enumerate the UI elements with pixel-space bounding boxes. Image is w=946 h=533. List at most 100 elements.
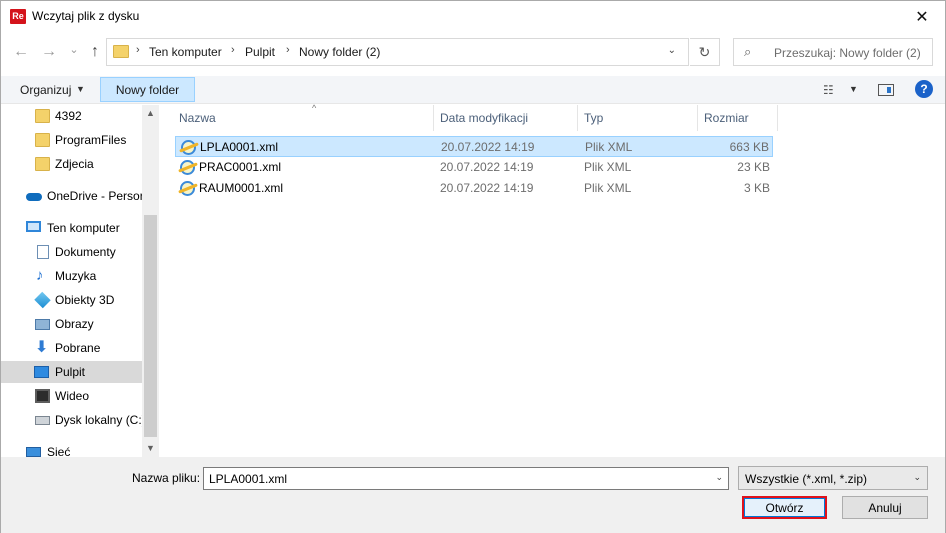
pictures-icon	[35, 319, 50, 330]
nav-item-4392[interactable]: 4392	[1, 105, 142, 127]
xml-file-icon	[181, 140, 196, 155]
column-header-date[interactable]: Data modyfikacji	[434, 105, 578, 131]
folder-icon	[35, 157, 50, 171]
organize-menu-button[interactable]: Organizuj	[20, 83, 71, 97]
recent-locations-chevron-icon[interactable]: ⌄	[64, 39, 84, 59]
nav-item-obrazy[interactable]: Obrazy	[1, 313, 142, 335]
nav-item-wideo[interactable]: Wideo	[1, 385, 142, 407]
file-date: 20.07.2022 14:19	[441, 140, 535, 154]
view-dropdown-icon[interactable]: ▼	[849, 84, 858, 94]
nav-item-label: Wideo	[55, 389, 90, 403]
file-date: 20.07.2022 14:19	[440, 160, 534, 174]
app-icon: Re	[10, 9, 26, 24]
local-disk-icon	[35, 416, 50, 425]
column-header-size[interactable]: Rozmiar	[698, 105, 778, 131]
nav-item-pulpit[interactable]: Pulpit	[1, 361, 142, 383]
address-bar[interactable]: › Ten komputer › Pulpit › Nowy folder (2…	[106, 38, 689, 66]
network-icon	[26, 447, 41, 457]
documents-icon	[37, 245, 49, 259]
forward-arrow-icon[interactable]: →	[39, 42, 59, 62]
filename-dropdown-icon[interactable]: ⌄	[715, 472, 723, 483]
new-folder-button[interactable]: Nowy folder	[100, 77, 195, 102]
folder-icon	[35, 109, 50, 123]
chevron-right-icon[interactable]: ›	[286, 44, 290, 56]
nav-item-label: Sieć	[47, 445, 71, 457]
file-size: 663 KB	[729, 140, 769, 154]
nav-item-label: Pobrane	[55, 341, 101, 355]
nav-item-obiekty-3d[interactable]: Obiekty 3D	[1, 289, 142, 311]
filename-input[interactable]: LPLA0001.xml ⌄	[203, 467, 729, 490]
refresh-icon[interactable]: ↻	[690, 38, 720, 66]
scroll-up-icon[interactable]: ▲	[142, 105, 159, 122]
command-toolbar: Organizuj ▼ Nowy folder ☷ ▼ ?	[1, 76, 945, 104]
file-date: 20.07.2022 14:19	[440, 181, 534, 195]
file-size: 23 KB	[737, 160, 770, 174]
onedrive-icon	[26, 189, 42, 203]
chevron-right-icon[interactable]: ›	[231, 44, 235, 56]
column-header-name[interactable]: Nazwa ^	[173, 103, 434, 131]
computer-icon	[26, 221, 41, 232]
column-header-type[interactable]: Typ	[578, 105, 698, 131]
file-row[interactable]: PRAC0001.xml 20.07.2022 14:19 Plik XML 2…	[175, 157, 773, 178]
nav-item-onedrive[interactable]: OneDrive - Persor	[1, 185, 142, 207]
xml-file-icon	[180, 160, 195, 175]
folder-icon	[35, 133, 50, 147]
breadcrumb-ten-komputer[interactable]: Ten komputer	[149, 45, 222, 59]
search-input[interactable]: ⌕ Przeszukaj: Nowy folder (2)	[733, 38, 933, 66]
nav-item-programfiles[interactable]: ProgramFiles	[1, 129, 142, 151]
nav-item-ten-komputer[interactable]: Ten komputer	[1, 217, 142, 239]
search-icon: ⌕	[744, 44, 752, 59]
up-arrow-icon[interactable]: ↑	[85, 42, 105, 62]
nav-item-siec[interactable]: Sieć	[1, 441, 142, 457]
file-type-filter-value: Wszystkie (*.xml, *.zip)	[745, 472, 868, 486]
organize-dropdown-icon[interactable]: ▼	[76, 84, 85, 94]
nav-item-muzyka[interactable]: ♪ Muzyka	[1, 265, 142, 287]
nav-item-label: Dokumenty	[55, 245, 116, 259]
column-header-label: Rozmiar	[704, 111, 749, 125]
nav-item-zdjecia[interactable]: Zdjecia	[1, 153, 142, 175]
nav-item-dysk-lokalny[interactable]: Dysk lokalny (C:)	[1, 409, 142, 431]
nav-item-dokumenty[interactable]: Dokumenty	[1, 241, 142, 263]
title-bar: Re Wczytaj plik z dysku ✕	[1, 1, 945, 32]
view-options-icon[interactable]: ☷	[823, 83, 834, 97]
scrollbar-thumb[interactable]	[144, 215, 157, 437]
file-size: 3 KB	[743, 181, 770, 195]
chevron-down-icon[interactable]: ⌄	[913, 472, 921, 483]
back-arrow-icon[interactable]: ←	[11, 42, 31, 62]
navigation-scrollbar[interactable]: ▲ ▼	[142, 105, 159, 457]
preview-pane-icon[interactable]	[878, 84, 894, 96]
file-name: PRAC0001.xml	[199, 160, 282, 174]
filename-label: Nazwa pliku:	[132, 471, 201, 485]
column-header-label: Typ	[584, 111, 604, 125]
file-type-filter-select[interactable]: Wszystkie (*.xml, *.zip) ⌄	[738, 466, 928, 490]
folder-icon	[113, 45, 129, 58]
breadcrumb-pulpit[interactable]: Pulpit	[245, 45, 275, 59]
nav-item-label: 4392	[55, 109, 82, 123]
objects-3d-icon	[34, 291, 51, 309]
help-icon[interactable]: ?	[915, 80, 933, 98]
close-button[interactable]: ✕	[899, 1, 945, 32]
nav-item-label: Muzyka	[55, 269, 97, 283]
address-dropdown-icon[interactable]: ⌄	[668, 45, 676, 56]
video-icon	[35, 389, 50, 403]
cancel-button[interactable]: Anuluj	[842, 496, 928, 519]
window-title: Wczytaj plik z dysku	[32, 9, 140, 23]
file-row[interactable]: LPLA0001.xml 20.07.2022 14:19 Plik XML 6…	[175, 136, 773, 157]
scroll-down-icon[interactable]: ▼	[142, 440, 159, 457]
file-type: Plik XML	[585, 140, 633, 154]
desktop-icon	[34, 366, 49, 378]
nav-item-label: OneDrive - Persor	[47, 189, 142, 203]
sort-ascending-icon: ^	[312, 103, 317, 113]
nav-item-label: Ten komputer	[47, 221, 120, 235]
nav-item-label: Zdjecia	[55, 157, 94, 171]
breadcrumb-nowy-folder[interactable]: Nowy folder (2)	[299, 45, 380, 59]
nav-item-label: ProgramFiles	[55, 133, 127, 147]
file-row[interactable]: RAUM0001.xml 20.07.2022 14:19 Plik XML 3…	[175, 178, 773, 199]
file-list: Nazwa ^ Data modyfikacji Typ Rozmiar LPL…	[160, 103, 945, 457]
open-button[interactable]: Otwórz	[742, 496, 827, 519]
nav-item-pobrane[interactable]: ⬇ Pobrane	[1, 337, 142, 359]
xml-file-icon	[180, 181, 195, 196]
nav-item-label: Obiekty 3D	[55, 293, 115, 307]
chevron-right-icon[interactable]: ›	[136, 44, 140, 56]
downloads-icon: ⬇	[35, 339, 49, 356]
